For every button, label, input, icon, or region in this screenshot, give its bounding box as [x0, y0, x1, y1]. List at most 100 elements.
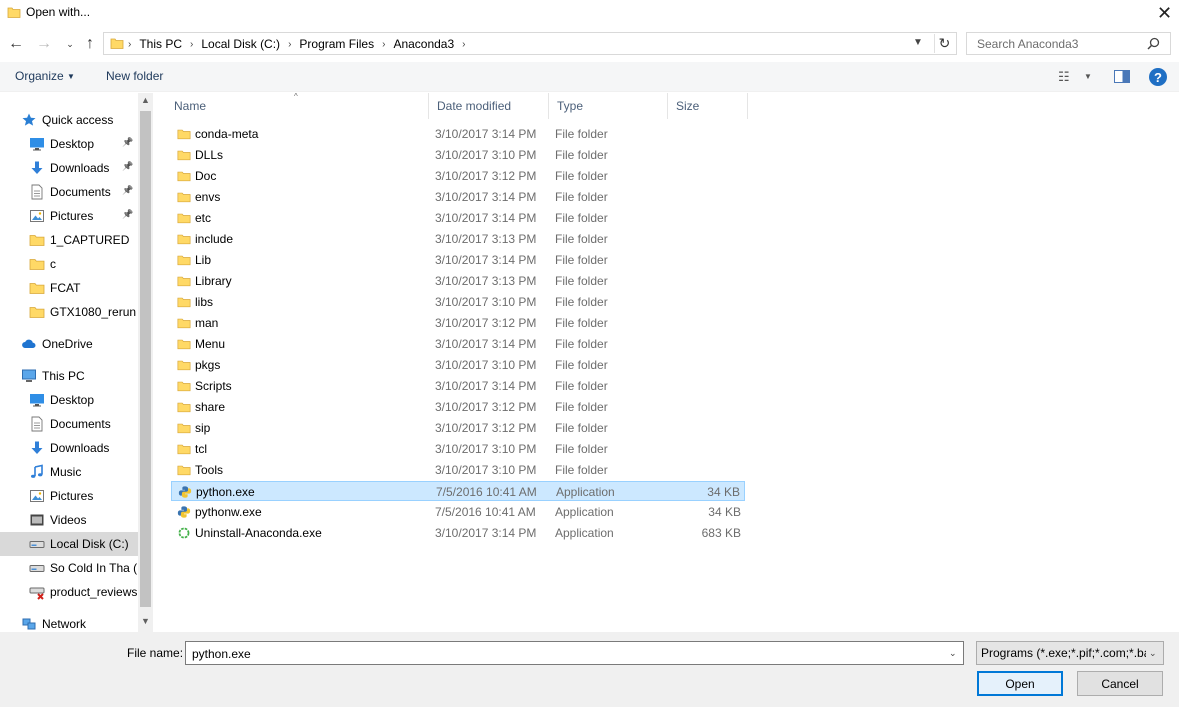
- sidebar-item-label: Local Disk (C:): [50, 537, 129, 551]
- sidebar-item-pictures[interactable]: Pictures: [0, 484, 138, 508]
- file-row[interactable]: Library 3/10/2017 3:13 PM File folder: [171, 271, 745, 291]
- scroll-down-arrow[interactable]: ▼: [138, 616, 153, 630]
- file-row[interactable]: python.exe 7/5/2016 10:41 AM Application 34…: [171, 481, 745, 501]
- sidebar-item-c[interactable]: c: [0, 252, 138, 276]
- cancel-button[interactable]: Cancel: [1077, 671, 1163, 696]
- sidebar-item-label: Desktop: [50, 393, 95, 407]
- search-box[interactable]: [966, 32, 1171, 55]
- file-row[interactable]: Tools 3/10/2017 3:10 PM File folder: [171, 460, 745, 480]
- chevron-right-icon: ›: [190, 38, 194, 50]
- caret-down-icon[interactable]: ▼: [1084, 72, 1092, 81]
- breadcrumb-local-disk[interactable]: Local Disk (C:): [195, 37, 286, 51]
- folder-icon: [177, 400, 191, 414]
- up-button[interactable]: ↑: [80, 34, 100, 54]
- column-header-date[interactable]: Date modified: [429, 93, 549, 119]
- file-name-input[interactable]: [190, 646, 930, 662]
- file-row[interactable]: tcl 3/10/2017 3:10 PM File folder: [171, 439, 745, 459]
- file-row[interactable]: libs 3/10/2017 3:10 PM File folder: [171, 292, 745, 312]
- file-date: 3/10/2017 3:10 PM: [435, 148, 537, 162]
- column-header-size[interactable]: Size: [668, 93, 748, 119]
- sidebar-item-label: 1_CAPTURED: [50, 233, 130, 247]
- column-header-type[interactable]: Type: [549, 93, 668, 119]
- drive-icon: [29, 536, 45, 552]
- breadcrumb-program-files[interactable]: Program Files: [293, 37, 380, 51]
- recent-locations-button[interactable]: ⌄: [60, 34, 80, 54]
- sidebar-item-1-captured[interactable]: 1_CAPTURED: [0, 228, 138, 252]
- file-type: File folder: [555, 211, 608, 225]
- sidebar-item-desktop[interactable]: Desktop 📌: [0, 132, 138, 156]
- sidebar-item-gtx1080-rerun[interactable]: GTX1080_rerun: [0, 300, 138, 324]
- sidebar-item-fcat[interactable]: FCAT: [0, 276, 138, 300]
- file-row[interactable]: share 3/10/2017 3:12 PM File folder: [171, 397, 745, 417]
- file-type: File folder: [555, 463, 608, 477]
- file-row[interactable]: pythonw.exe 7/5/2016 10:41 AM Application 3…: [171, 502, 745, 522]
- address-bar[interactable]: › This PC › Local Disk (C:) › Program Fi…: [103, 32, 957, 55]
- breadcrumb-anaconda3[interactable]: Anaconda3: [387, 37, 460, 51]
- pictures-icon: [29, 488, 45, 504]
- file-type: File folder: [555, 127, 608, 141]
- file-type-filter[interactable]: Programs (*.exe;*.pif;*.com;*.bat;*.cmd): [976, 641, 1164, 665]
- file-row[interactable]: conda-meta 3/10/2017 3:14 PM File folder: [171, 124, 745, 144]
- file-row[interactable]: sip 3/10/2017 3:12 PM File folder: [171, 418, 745, 438]
- view-options-icon[interactable]: ☷: [1058, 69, 1070, 85]
- sidebar-item-label: GTX1080_rerun: [50, 305, 137, 319]
- search-input[interactable]: [975, 36, 1145, 52]
- file-row[interactable]: Scripts 3/10/2017 3:14 PM File folder: [171, 376, 745, 396]
- folder-icon: [177, 127, 191, 141]
- scroll-up-arrow[interactable]: ▲: [138, 95, 153, 109]
- breadcrumb-this-pc[interactable]: This PC: [133, 37, 188, 51]
- document-icon: [29, 184, 45, 200]
- download-icon: [29, 160, 45, 176]
- file-row[interactable]: Doc 3/10/2017 3:12 PM File folder: [171, 166, 745, 186]
- desktop-icon: [29, 392, 45, 408]
- file-type: File folder: [555, 379, 608, 393]
- file-row[interactable]: pkgs 3/10/2017 3:10 PM File folder: [171, 355, 745, 375]
- back-button[interactable]: ←: [6, 34, 26, 54]
- file-row[interactable]: man 3/10/2017 3:12 PM File folder: [171, 313, 745, 333]
- file-row[interactable]: DLLs 3/10/2017 3:10 PM File folder: [171, 145, 745, 165]
- sidebar-item-documents[interactable]: Documents: [0, 412, 138, 436]
- sidebar-item-downloads[interactable]: Downloads: [0, 436, 138, 460]
- sidebar-item-onedrive[interactable]: OneDrive: [0, 332, 138, 356]
- sidebar-item-music[interactable]: Music: [0, 460, 138, 484]
- video-icon: [29, 512, 45, 528]
- close-button[interactable]: ✕: [1150, 0, 1179, 26]
- help-button[interactable]: ?: [1149, 68, 1167, 86]
- sidebar-item-network[interactable]: Network: [0, 612, 138, 632]
- new-folder-button[interactable]: New folder: [106, 69, 163, 83]
- sidebar-item-pictures[interactable]: Pictures 📌: [0, 204, 138, 228]
- file-row[interactable]: Lib 3/10/2017 3:14 PM File folder: [171, 250, 745, 270]
- file-row[interactable]: envs 3/10/2017 3:14 PM File folder: [171, 187, 745, 207]
- search-icon[interactable]: [1147, 37, 1160, 50]
- sidebar-item-downloads[interactable]: Downloads 📌: [0, 156, 138, 180]
- sidebar-item-desktop[interactable]: Desktop: [0, 388, 138, 412]
- file-name-combobox[interactable]: [185, 641, 964, 665]
- arrow-right-icon: →: [36, 35, 52, 52]
- file-row[interactable]: Menu 3/10/2017 3:14 PM File folder: [171, 334, 745, 354]
- sidebar-item-label: product_reviews: [50, 585, 138, 599]
- sidebar-item-label: Downloads: [50, 441, 110, 455]
- sidebar-item-so-cold-in-tha-i[interactable]: So Cold In Tha (I: [0, 556, 138, 580]
- file-type: File folder: [555, 232, 608, 246]
- open-button[interactable]: Open: [977, 671, 1063, 696]
- file-row[interactable]: etc 3/10/2017 3:14 PM File folder: [171, 208, 745, 228]
- file-list: Name Date modified Type Size conda-meta 3…: [166, 93, 1179, 632]
- preview-pane-button[interactable]: [1114, 70, 1130, 83]
- sidebar-item-this-pc[interactable]: This PC: [0, 364, 138, 388]
- folder-icon: [29, 232, 45, 248]
- sidebar-item-quick-access[interactable]: Quick access: [0, 108, 138, 132]
- forward-button[interactable]: →: [34, 34, 54, 54]
- sidebar-item-product-reviews[interactable]: product_reviews: [0, 580, 138, 604]
- file-row[interactable]: include 3/10/2017 3:13 PM File folder: [171, 229, 745, 249]
- scroll-thumb[interactable]: [140, 111, 151, 607]
- sidebar-item-videos[interactable]: Videos: [0, 508, 138, 532]
- sidebar-item-local-disk-c[interactable]: Local Disk (C:): [0, 532, 138, 556]
- file-date: 3/10/2017 3:14 PM: [435, 190, 537, 204]
- chevron-down-icon[interactable]: ⌄: [1149, 648, 1157, 659]
- sidebar-item-documents[interactable]: Documents 📌: [0, 180, 138, 204]
- chevron-down-icon[interactable]: ⌄: [949, 648, 957, 659]
- organize-button[interactable]: Organize: [15, 69, 64, 83]
- file-row[interactable]: Uninstall-Anaconda.exe 3/10/2017 3:14 PM A…: [171, 523, 745, 543]
- address-dropdown-button[interactable]: ▼: [913, 37, 923, 48]
- refresh-button[interactable]: ↻: [934, 34, 954, 53]
